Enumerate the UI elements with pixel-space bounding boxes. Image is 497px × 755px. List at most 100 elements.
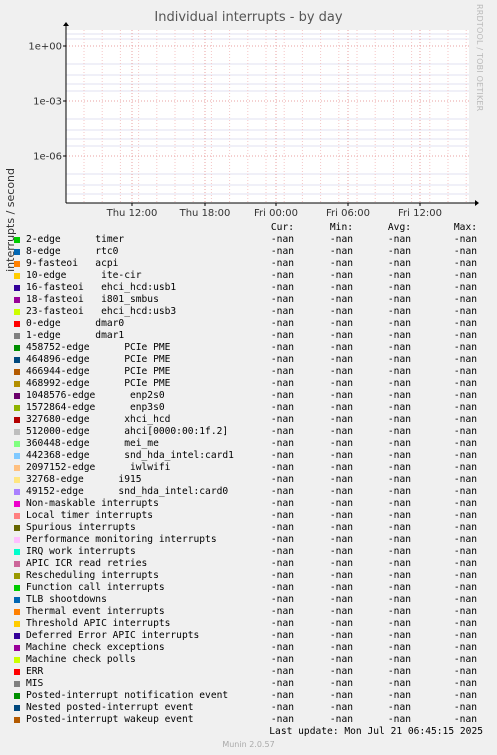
legend-row: 360448-edge mei_me -nan -nan -nan -nan [0,438,497,450]
legend-max-value: -nan [453,246,477,257]
legend-min-value: -nan [329,258,353,269]
legend-series-name: 360448-edge mei_me [26,438,159,449]
legend-series-name: Non-maskable interrupts [26,498,159,509]
legend-series-name: IRQ work interrupts [26,546,136,557]
legend-min-value: -nan [329,354,353,365]
legend-series-name: 327680-edge xhci_hcd [26,414,171,425]
legend-series-name: Posted-interrupt notification event [26,690,229,701]
legend-series-name: 18-fasteoi i801_smbus [26,294,159,305]
legend-max-value: -nan [453,534,477,545]
legend-min-value: -nan [329,630,353,641]
legend-min-value: -nan [329,474,353,485]
legend-cur-value: -nan [270,630,294,641]
legend-cur-value: -nan [270,510,294,521]
legend-swatch [14,513,20,519]
legend-max-value: -nan [453,378,477,389]
legend-cur-value: -nan [270,714,294,725]
legend-max-value: -nan [453,630,477,641]
legend-avg-value: -nan [387,390,411,401]
legend-max-value: -nan [453,258,477,269]
legend-avg-value: -nan [387,270,411,281]
legend-row: Posted-interrupt notification event -nan -… [0,690,497,702]
legend-row: Machine check polls -nan -nan -nan -nan [0,654,497,666]
legend-header: Cur: Min: Avg: Max: [0,222,497,234]
legend-max-value: -nan [453,438,477,449]
legend-series-name: Performance monitoring interrupts [26,534,217,545]
legend-cur-value: -nan [270,342,294,353]
legend-swatch [14,345,20,351]
legend-cur-value: -nan [270,366,294,377]
legend-row: 1572864-edge enp3s0 -nan -nan -nan -nan [0,402,497,414]
legend-max-value: -nan [453,414,477,425]
legend-series-name: 10-edge ite-cir [26,270,142,281]
legend-row: Rescheduling interrupts -nan -nan -nan -nan [0,570,497,582]
legend-cur-value: -nan [270,594,294,605]
legend-row: 1048576-edge enp2s0 -nan -nan -nan -nan [0,390,497,402]
legend-min-value: -nan [329,702,353,713]
y-tick-label: 1e+00 [28,42,62,53]
legend-swatch [14,405,20,411]
legend-swatch [14,309,20,315]
legend-row: Machine check exceptions -nan -nan -nan -nan [0,642,497,654]
legend-min-value: -nan [329,690,353,701]
legend-cur-value: -nan [270,354,294,365]
legend-cur-value: -nan [270,654,294,665]
legend-row: Nested posted-interrupt event -nan -nan -na… [0,702,497,714]
legend-avg-value: -nan [387,642,411,653]
legend-avg-value: -nan [387,414,411,425]
legend-max-value: -nan [453,678,477,689]
legend-series-name: APIC ICR read retries [26,558,148,569]
legend-swatch [14,597,20,603]
legend-row: 16-fasteoi ehci_hcd:usb1 -nan -nan -nan -nan [0,282,497,294]
legend-series-name: Function call interrupts [26,582,165,593]
legend-series-name: 9-fasteoi acpi [26,258,119,269]
legend-max-value: -nan [453,402,477,413]
legend-avg-value: -nan [387,450,411,461]
legend-swatch [14,429,20,435]
legend-cur-value: -nan [270,678,294,689]
legend-min-value: -nan [329,438,353,449]
legend-series-name: 1048576-edge enp2s0 [26,390,165,401]
legend-row: 49152-edge snd_hda_intel:card0 -nan -nan -n… [0,486,497,498]
legend-row: 2-edge timer -nan -nan -nan -nan [0,234,497,246]
legend-row: 8-edge rtc0 -nan -nan -nan -nan [0,246,497,258]
legend-max-value: -nan [453,462,477,473]
legend-series-name: 512000-edge ahci[0000:00:1f.2] [26,426,229,437]
legend-cur-value: -nan [270,450,294,461]
legend-rows: 2-edge timer -nan -nan -nan -nan 8-edge rtc0 -… [0,234,497,726]
legend-min-value: -nan [329,606,353,617]
legend-row: APIC ICR read retries -nan -nan -nan -nan [0,558,497,570]
legend-avg-value: -nan [387,666,411,677]
legend-swatch [14,693,20,699]
legend-row: Spurious interrupts -nan -nan -nan -nan [0,522,497,534]
legend-row: ERR -nan -nan -nan -nan [0,666,497,678]
legend-min-value: -nan [329,462,353,473]
legend-row: Thermal event interrupts -nan -nan -nan -nan [0,606,497,618]
legend-swatch [14,477,20,483]
legend-min-value: -nan [329,522,353,533]
legend-min-value: -nan [329,714,353,725]
legend-cur-value: -nan [270,498,294,509]
legend-cur-value: -nan [270,282,294,293]
legend-max-value: -nan [453,294,477,305]
legend-avg-value: -nan [387,474,411,485]
legend-max-value: -nan [453,714,477,725]
legend-cur-value: -nan [270,702,294,713]
legend-series-name: 8-edge rtc0 [26,246,119,257]
legend-avg-value: -nan [387,678,411,689]
legend-swatch [14,609,20,615]
legend-series-name: Machine check exceptions [26,642,165,653]
legend-max-value: -nan [453,354,477,365]
legend-row: 32768-edge i915 -nan -nan -nan -nan [0,474,497,486]
legend-swatch [14,369,20,375]
legend-avg-value: -nan [387,654,411,665]
legend-min-value: -nan [329,534,353,545]
legend-row: Posted-interrupt wakeup event -nan -nan -na… [0,714,497,726]
legend-max-value: -nan [453,606,477,617]
legend-avg-value: -nan [387,438,411,449]
legend-max-value: -nan [453,342,477,353]
legend-avg-value: -nan [387,426,411,437]
legend-avg-value: -nan [387,318,411,329]
legend-row: 466944-edge PCIe PME -nan -nan -nan -nan [0,366,497,378]
x-tick-label: Thu 12:00 [106,208,158,219]
